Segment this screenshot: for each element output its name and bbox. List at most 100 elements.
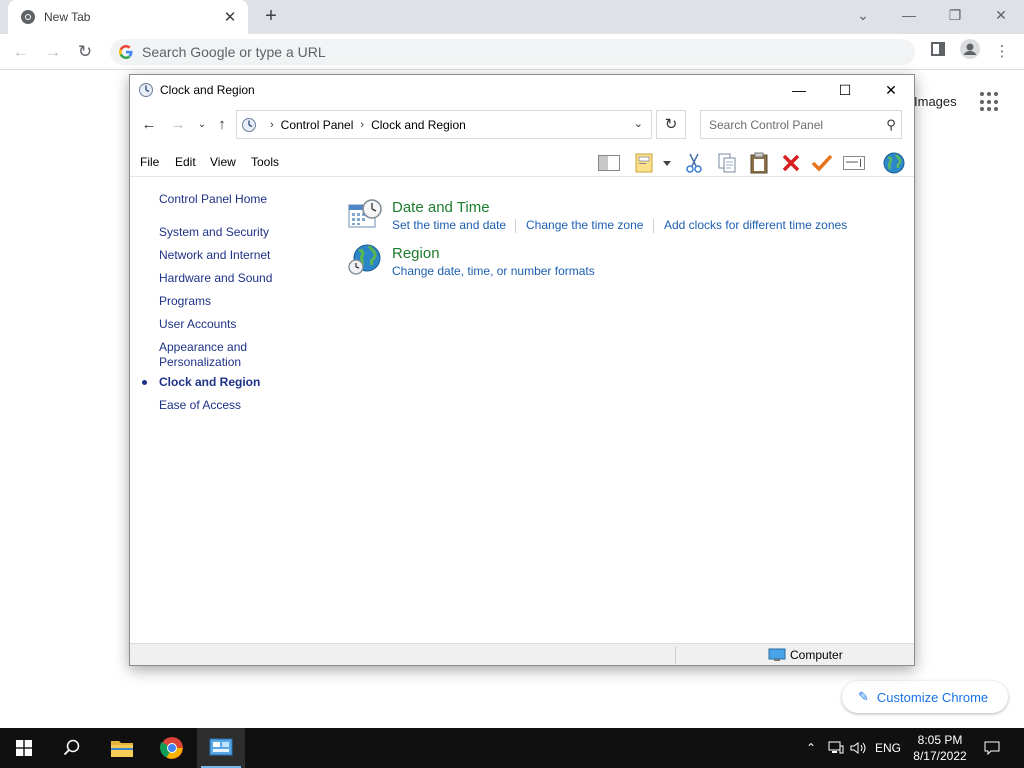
window-title: Clock and Region xyxy=(160,83,255,97)
browser-toolbar: ← → ↻ Search Google or type a URL ⋮ xyxy=(0,34,1024,70)
sidebar-item-appearance-and-personalization[interactable]: Appearance and Personalization xyxy=(159,340,269,370)
search-icon[interactable]: ⚲ xyxy=(881,117,901,133)
globe-icon[interactable] xyxy=(348,243,382,277)
sidebar-item-ease-of-access[interactable]: Ease of Access xyxy=(159,398,241,413)
google-apps-icon[interactable] xyxy=(980,92,1000,112)
up-arrow-icon[interactable]: ↑ xyxy=(212,115,232,135)
breadcrumb-separator-icon: › xyxy=(360,118,365,131)
clock-date: 8/17/2022 xyxy=(913,749,967,763)
close-icon[interactable]: ✕ xyxy=(978,0,1024,30)
control-panel-icon xyxy=(242,117,256,132)
globe-icon[interactable] xyxy=(882,151,906,175)
refresh-icon[interactable]: ↻ xyxy=(656,110,686,139)
sidebar-item-programs[interactable]: Programs xyxy=(159,294,211,309)
date-time-icon[interactable] xyxy=(348,197,382,231)
delete-icon[interactable] xyxy=(779,151,803,175)
sidebar-item-clock-and-region[interactable]: Clock and Region xyxy=(159,375,260,390)
check-icon[interactable] xyxy=(810,151,834,175)
sidebar-item-user-accounts[interactable]: User Accounts xyxy=(159,317,236,332)
side-panel-icon[interactable] xyxy=(925,39,951,65)
customize-chrome-button[interactable]: ✎ Customize Chrome xyxy=(842,681,1008,713)
chrome-taskbar-button[interactable] xyxy=(148,728,196,768)
search-placeholder: Search Control Panel xyxy=(709,117,824,132)
recent-locations-icon[interactable]: ⌄ xyxy=(192,115,212,135)
link-change-formats[interactable]: Change date, time, or number formats xyxy=(392,264,595,278)
forward-icon[interactable]: → xyxy=(40,39,66,65)
paste-icon[interactable] xyxy=(747,151,771,175)
explorer-nav-bar: ← → ⌄ ↑ › Control Panel › Clock and Regi… xyxy=(130,107,914,141)
status-computer-label: Computer xyxy=(790,648,843,662)
menu-view[interactable]: View xyxy=(210,155,236,169)
search-control-panel-input[interactable]: Search Control Panel ⚲ xyxy=(700,110,902,139)
search-button[interactable] xyxy=(48,728,96,768)
sidebar-item-control-panel-home[interactable]: Control Panel Home xyxy=(159,192,267,207)
new-tab-button[interactable]: + xyxy=(258,3,284,29)
tab-close-icon[interactable]: ✕ xyxy=(222,8,238,26)
link-set-time-and-date[interactable]: Set the time and date xyxy=(392,218,506,232)
menu-file[interactable]: File xyxy=(140,155,159,169)
windows-logo-icon xyxy=(16,740,32,756)
language-indicator[interactable]: ENG xyxy=(875,728,901,768)
taskbar: ⌃ ENG 8:05 PM 8/17/2022 xyxy=(0,728,1024,768)
link-add-clocks[interactable]: Add clocks for different time zones xyxy=(664,218,847,232)
chrome-menu-icon[interactable]: ⋮ xyxy=(989,39,1015,65)
customize-chrome-label: Customize Chrome xyxy=(876,689,989,705)
computer-icon xyxy=(768,648,786,661)
back-icon[interactable]: ← xyxy=(8,39,34,65)
notification-icon[interactable] xyxy=(982,728,1002,768)
volume-icon[interactable] xyxy=(849,728,869,768)
tab-strip: New Tab ✕ + ⌄ — ❐ ✕ xyxy=(0,0,1024,34)
control-panel-window: Clock and Region — ☐ ✕ ← → ⌄ ↑ › Control… xyxy=(129,74,915,666)
google-icon xyxy=(119,45,133,59)
restore-icon[interactable]: ❐ xyxy=(932,0,978,30)
address-dropdown-icon[interactable]: ⌄ xyxy=(634,117,643,130)
breadcrumb-control-panel[interactable]: Control Panel xyxy=(281,118,354,132)
tab-title: New Tab xyxy=(44,10,91,24)
start-button[interactable] xyxy=(0,728,48,768)
menu-tools[interactable]: Tools xyxy=(251,155,279,169)
properties-dropdown-icon[interactable] xyxy=(660,151,674,175)
forward-arrow-icon[interactable]: → xyxy=(168,115,188,135)
minimize-icon[interactable]: — xyxy=(886,0,932,30)
close-icon[interactable]: ✕ xyxy=(868,75,914,105)
category-title-region[interactable]: Region xyxy=(392,245,440,262)
back-arrow-icon[interactable]: ← xyxy=(139,115,159,135)
breadcrumb-separator-icon: › xyxy=(270,118,274,131)
category-title-date-and-time[interactable]: Date and Time xyxy=(392,199,490,216)
menu-bar: File Edit View Tools xyxy=(130,147,914,177)
control-panel-taskbar-button[interactable] xyxy=(197,728,245,768)
copy-icon[interactable] xyxy=(715,151,739,175)
link-change-time-zone[interactable]: Change the time zone xyxy=(526,218,643,232)
maximize-icon[interactable]: ☐ xyxy=(822,75,868,105)
rename-icon[interactable] xyxy=(842,151,866,175)
tab-new-tab[interactable]: New Tab ✕ xyxy=(8,0,248,34)
active-bullet-icon xyxy=(142,380,147,385)
network-icon[interactable] xyxy=(826,728,846,768)
omnibox-placeholder: Search Google or type a URL xyxy=(142,44,326,60)
sidebar-item-system-and-security[interactable]: System and Security xyxy=(159,225,269,240)
sidebar-item-network-and-internet[interactable]: Network and Internet xyxy=(159,248,270,263)
sidebar-item-hardware-and-sound[interactable]: Hardware and Sound xyxy=(159,271,272,286)
minimize-icon[interactable]: — xyxy=(776,75,822,105)
control-panel-icon xyxy=(209,738,233,756)
properties-icon[interactable] xyxy=(634,151,658,175)
status-divider xyxy=(675,646,676,664)
taskbar-clock[interactable]: 8:05 PM 8/17/2022 xyxy=(908,732,972,764)
link-divider xyxy=(653,219,654,233)
status-computer: Computer xyxy=(768,648,843,662)
preview-pane-icon[interactable] xyxy=(597,151,621,175)
profile-avatar-icon[interactable] xyxy=(957,39,983,65)
menu-edit[interactable]: Edit xyxy=(175,155,196,169)
file-explorer-button[interactable] xyxy=(98,728,146,768)
status-bar: Computer xyxy=(130,643,914,665)
ntp-images-link[interactable]: Images xyxy=(914,94,957,109)
cut-icon[interactable] xyxy=(682,151,706,175)
address-bar[interactable]: › Control Panel › Clock and Region ⌄ xyxy=(236,110,652,139)
show-hidden-icons[interactable]: ⌃ xyxy=(802,728,820,768)
reload-icon[interactable]: ↻ xyxy=(72,39,98,65)
window-title-bar[interactable]: Clock and Region — ☐ ✕ xyxy=(130,75,914,105)
chrome-icon xyxy=(160,737,183,759)
omnibox[interactable]: Search Google or type a URL xyxy=(110,39,915,65)
breadcrumb-clock-and-region[interactable]: Clock and Region xyxy=(371,118,466,132)
tab-search-icon[interactable]: ⌄ xyxy=(840,0,886,30)
